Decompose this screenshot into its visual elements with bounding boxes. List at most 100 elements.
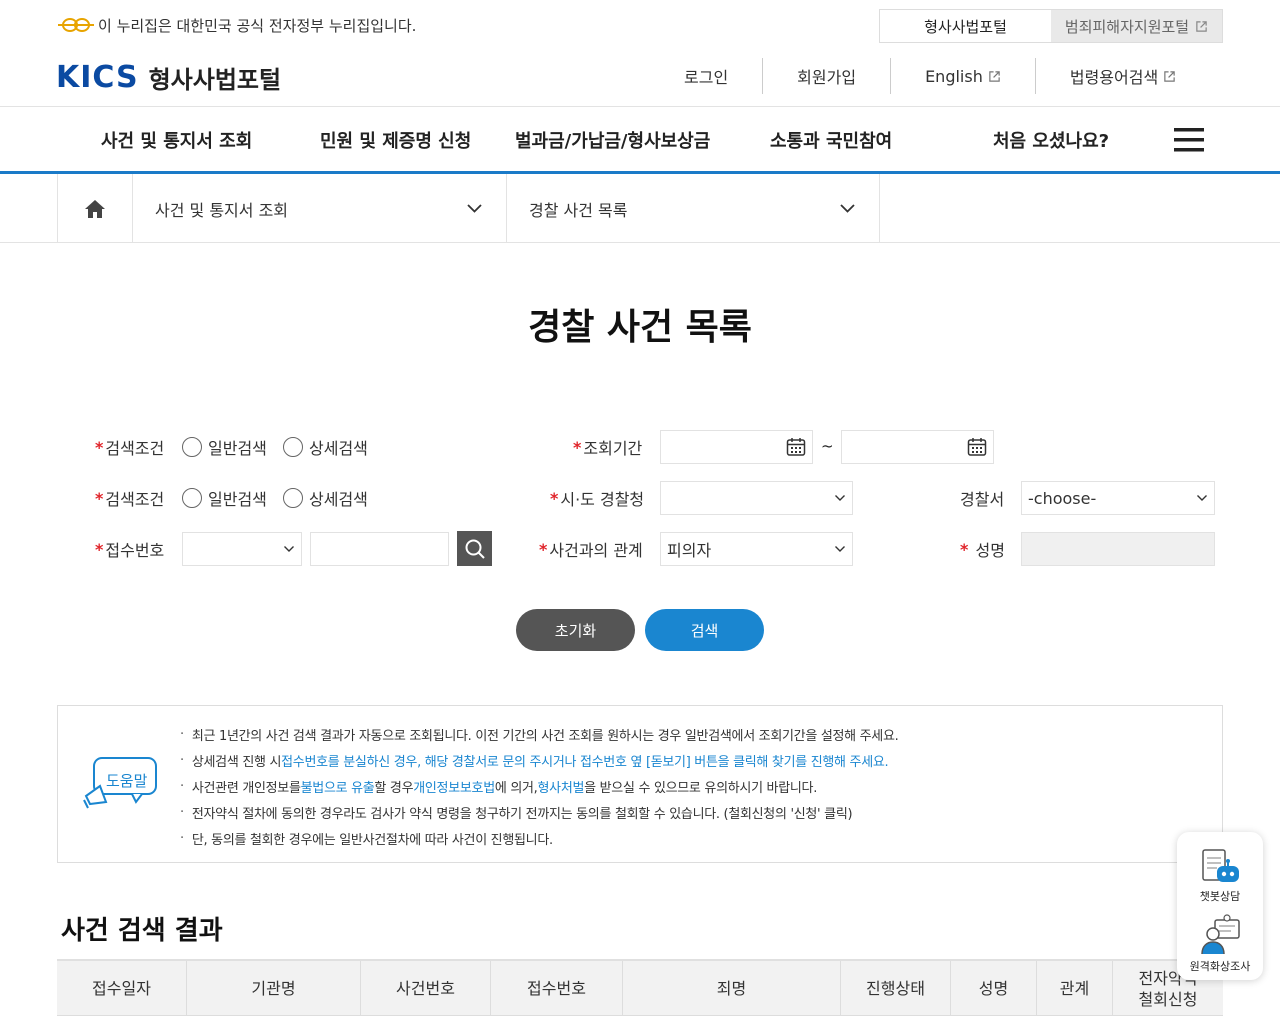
nav-fines[interactable]: 벌과금/가납금/형사보상금 <box>515 127 710 153</box>
signup-link[interactable]: 회원가입 <box>762 58 890 94</box>
th-name: 성명 <box>951 961 1037 1016</box>
search-icon <box>465 539 485 559</box>
floating-quick-menu: 챗봇상담 원격화상조사 <box>1177 832 1263 980</box>
chatbot-button[interactable]: 챗봇상담 <box>1177 848 1263 904</box>
breadcrumb-level2-select[interactable]: 경찰 사건 목록 <box>507 174 880 243</box>
name-input[interactable] <box>1021 532 1215 566</box>
notice-text: 상세검색 진행 시 <box>191 754 282 770</box>
th-charge: 죄명 <box>623 961 841 1016</box>
period-end-input[interactable] <box>841 430 994 464</box>
breadcrumb-home[interactable] <box>57 174 133 243</box>
station-select[interactable]: -choose- <box>1021 481 1215 515</box>
receipt-type-select[interactable] <box>182 532 302 566</box>
breadcrumb-level2-label: 경찰 사건 목록 <box>529 200 628 220</box>
law-terms-link[interactable]: 법령용어검색 <box>1034 58 1210 94</box>
portal-tab-victim[interactable]: 범죄피해자지원포털 <box>1051 10 1222 42</box>
video-investigation-button[interactable]: 원격화상조사 <box>1177 914 1263 974</box>
receipt-number-label: * 접수번호 <box>95 532 164 566</box>
radio-circle[interactable] <box>182 488 202 508</box>
relation-select[interactable]: 피의자 <box>660 532 853 566</box>
signup-label: 회원가입 <box>797 68 857 87</box>
notice-text: 에 의거, <box>494 780 538 796</box>
station-label: 경찰서 <box>960 490 1005 509</box>
gov-notice-text: 이 누리집은 대한민국 공식 전자정부 누리집입니다. <box>98 16 417 35</box>
required-mark: * <box>539 539 548 559</box>
chevron-down-icon <box>835 546 845 552</box>
notice-item: 상세검색 진행 시 접수번호를 분실하신 경우, 해당 경찰서로 문의 주시거나… <box>180 747 1180 773</box>
receipt-number-input[interactable] <box>310 532 449 566</box>
help-label: 도움말 <box>106 772 148 790</box>
search-condition-label-2: * 검색조건 <box>95 481 164 515</box>
chevron-down-icon <box>467 204 482 213</box>
required-mark: * <box>95 539 104 559</box>
receipt-search-button[interactable] <box>457 531 492 566</box>
gov-emblem-icon <box>58 18 94 32</box>
th-agency: 기관명 <box>187 961 361 1016</box>
calendar-icon[interactable] <box>786 437 806 457</box>
nav-case-lookup[interactable]: 사건 및 통지서 조회 <box>101 127 252 153</box>
relation-label: * 사건과의 관계 <box>539 532 643 566</box>
notice-text: 전자약식 절차에 동의한 경우라도 검사가 약식 명령을 청구하기 전까지는 동… <box>191 806 853 822</box>
portal-tab-label: 범죄피해자지원포털 <box>1064 17 1190 36</box>
results-title: 사건 검색 결과 <box>61 916 223 946</box>
station-select-value: -choose- <box>1028 488 1097 508</box>
notice-item: 전자약식 절차에 동의한 경우라도 검사가 약식 명령을 청구하기 전까지는 동… <box>180 799 1180 825</box>
main-nav: 사건 및 통지서 조회 민원 및 제증명 신청 벌과금/가납금/형사보상금 소통… <box>0 107 1280 171</box>
period-start-input[interactable] <box>660 430 813 464</box>
notice-text: 할 경우 <box>374 780 414 796</box>
notice-highlight: 불법으로 유출 <box>300 780 375 796</box>
notice-text: 단, 동의를 철회한 경우에는 일반사건절차에 따라 사건이 진행됩니다. <box>191 832 553 848</box>
law-terms-label: 법령용어검색 <box>1069 68 1159 87</box>
external-link-icon <box>1164 70 1175 82</box>
site-logo[interactable]: KICS 형사사법포털 <box>56 58 281 96</box>
radio-circle[interactable] <box>283 437 303 457</box>
reset-button[interactable]: 초기화 <box>516 609 635 651</box>
english-link[interactable]: English <box>890 58 1035 94</box>
nav-first-visit[interactable]: 처음 오셨나요? <box>993 127 1109 153</box>
breadcrumb-level1-select[interactable]: 사건 및 통지서 조회 <box>133 174 507 243</box>
chatbot-label: 챗봇상담 <box>1199 890 1241 903</box>
hamburger-menu-icon[interactable] <box>1174 128 1204 152</box>
radio-general-2[interactable]: 일반검색 <box>182 481 267 515</box>
th-receipt-number: 접수번호 <box>491 961 623 1016</box>
portal-tab-kics[interactable]: 형사사법포털 <box>880 10 1051 42</box>
chevron-down-icon <box>835 495 845 501</box>
radio-general-1[interactable]: 일반검색 <box>182 430 267 464</box>
home-icon <box>85 199 105 218</box>
notice-item: 최근 1년간의 사건 검색 결과가 자동으로 조회됩니다. 이전 기간의 사건 … <box>180 721 1180 747</box>
notice-list: 최근 1년간의 사건 검색 결과가 자동으로 조회됩니다. 이전 기간의 사건 … <box>180 721 1180 851</box>
kics-logo: KICS <box>56 59 139 95</box>
nav-civil-petition[interactable]: 민원 및 제증명 신청 <box>320 127 471 153</box>
required-mark: * <box>573 437 582 457</box>
label-text: 시·도 경찰청 <box>560 490 645 509</box>
radio-circle[interactable] <box>182 437 202 457</box>
notice-highlight: 형사처벌 <box>537 780 585 796</box>
site-name: 형사사법포털 <box>148 65 282 94</box>
login-link[interactable]: 로그인 <box>650 58 762 94</box>
police-agency-select[interactable] <box>660 481 853 515</box>
period-separator: ~ <box>821 437 834 455</box>
notice-text: 최근 1년간의 사건 검색 결과가 자동으로 조회됩니다. 이전 기간의 사건 … <box>191 728 899 744</box>
breadcrumb-level1-label: 사건 및 통지서 조회 <box>155 200 289 220</box>
radio-circle[interactable] <box>283 488 303 508</box>
radio-label: 상세검색 <box>309 439 368 458</box>
notice-item: 사건관련 개인정보를 불법으로 유출할 경우 개인정보보호법에 의거, 형사처벌… <box>180 773 1180 799</box>
th-relation: 관계 <box>1037 961 1113 1016</box>
portal-tab-label: 형사사법포털 <box>924 17 1007 36</box>
nav-participation[interactable]: 소통과 국민참여 <box>770 127 892 153</box>
relation-select-value: 피의자 <box>667 541 712 560</box>
radio-detail-1[interactable]: 상세검색 <box>283 430 368 464</box>
page-title: 경찰 사건 목록 <box>528 307 752 348</box>
label-text: 조회기간 <box>583 439 643 458</box>
search-button[interactable]: 검색 <box>645 609 764 651</box>
radio-detail-2[interactable]: 상세검색 <box>283 481 368 515</box>
external-link-icon <box>989 70 1000 82</box>
th-status: 진행상태 <box>841 961 951 1016</box>
results-table-header: 접수일자 기관명 사건번호 접수번호 죄명 진행상태 성명 관계 전자약식 철회… <box>57 959 1223 1016</box>
calendar-icon[interactable] <box>967 437 987 457</box>
th-receipt-date: 접수일자 <box>57 961 187 1016</box>
notice-text: 을 받으실 수 있으므로 유의하시기 바랍니다. <box>584 780 818 796</box>
name-label: * 성명 <box>960 532 1005 566</box>
label-text: 성명 <box>975 541 1005 560</box>
th-case-number: 사건번호 <box>361 961 491 1016</box>
